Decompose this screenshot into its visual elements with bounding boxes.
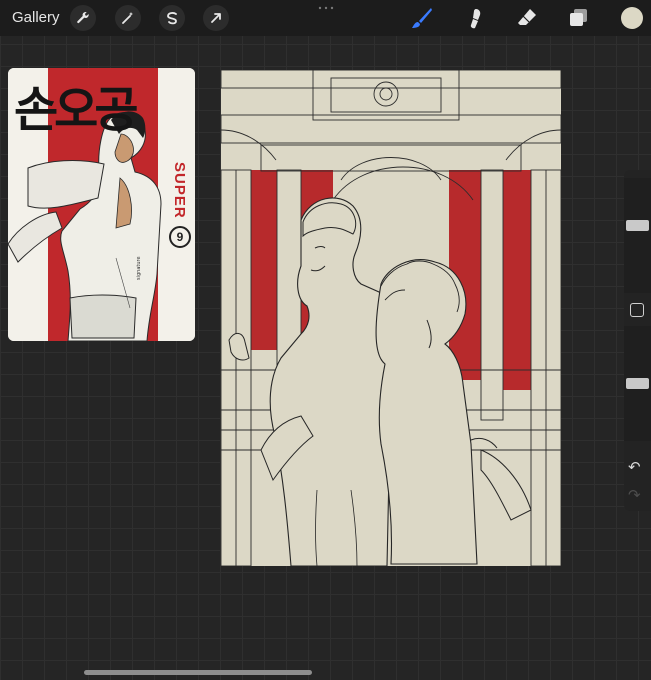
color-picker-swatch[interactable] [621, 7, 643, 29]
layers-icon[interactable] [567, 6, 591, 30]
canvas-artwork [221, 70, 561, 566]
undo-icon[interactable]: ↶ [628, 458, 641, 476]
drawing-canvas[interactable] [221, 70, 561, 566]
top-toolbar: Gallery [0, 0, 651, 36]
smudge-icon[interactable] [463, 6, 487, 30]
reference-volume-badge: 9 [169, 226, 191, 248]
grabber-dots-icon[interactable] [318, 6, 334, 10]
home-indicator[interactable] [84, 670, 312, 675]
selection-icon[interactable] [159, 5, 185, 31]
magic-wand-icon[interactable] [115, 5, 141, 31]
gallery-button[interactable]: Gallery [12, 9, 60, 26]
brush-size-thumb[interactable] [626, 220, 649, 231]
redo-icon[interactable]: ↷ [628, 486, 641, 504]
reference-image-window[interactable]: signature 손오공 SUPER 9 [8, 68, 195, 341]
eraser-icon[interactable] [515, 6, 539, 30]
wrench-icon[interactable] [70, 5, 96, 31]
brush-icon[interactable] [410, 6, 434, 30]
svg-text:signature: signature [136, 256, 142, 280]
transform-arrow-icon[interactable] [203, 5, 229, 31]
modify-square-icon[interactable] [630, 303, 644, 317]
reference-series-label: SUPER [171, 162, 188, 219]
brush-opacity-thumb[interactable] [626, 378, 649, 389]
brush-size-slider[interactable] [624, 178, 651, 293]
reference-title: 손오공 [14, 82, 139, 138]
